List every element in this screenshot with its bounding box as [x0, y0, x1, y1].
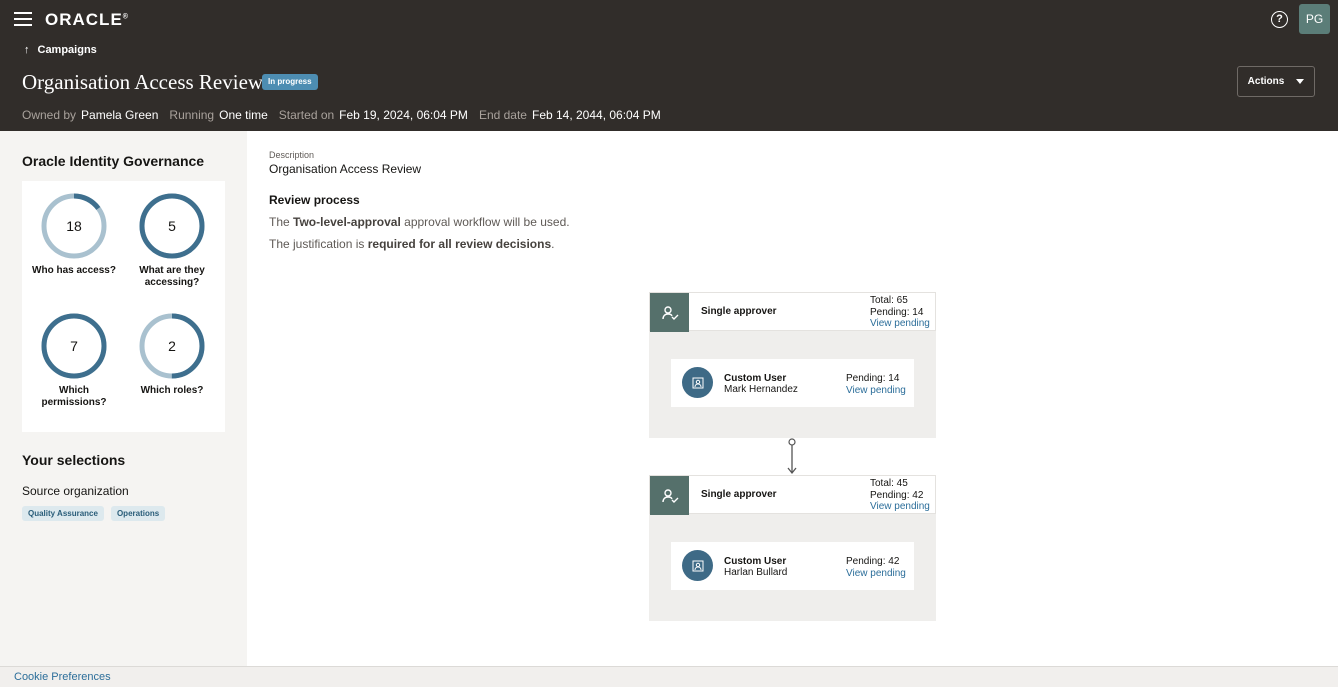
metrics-card: 18 Who has access? 5 What are they acces… [22, 181, 225, 432]
breadcrumb-label: Campaigns [37, 44, 97, 56]
arrow-up-icon: ↑ [24, 44, 30, 56]
menu-icon[interactable] [14, 12, 32, 27]
stage-name: Single approver [701, 306, 777, 317]
view-pending-link[interactable]: View pending [870, 318, 930, 330]
started-label: Started on [278, 108, 335, 122]
top-header: ORACLE® ? PG ↑ Campaigns Organisation Ac… [0, 0, 1338, 131]
description-value: Organisation Access Review [269, 162, 422, 176]
stage-total: Total: 65 [870, 295, 908, 306]
reviewer-role: Custom User [724, 373, 787, 384]
chip-operations: Operations [110, 506, 166, 521]
arrow-down-icon [787, 438, 797, 475]
metric-who-has-access[interactable]: 18 Who has access? [29, 191, 119, 277]
user-avatar[interactable]: PG [1299, 4, 1330, 34]
sidebar-title: Oracle Identity Governance [22, 153, 205, 169]
view-pending-link[interactable]: View pending [846, 385, 906, 397]
metric-label: What are they accessing? [139, 265, 205, 288]
reviewer-name: Mark Hernandez [724, 384, 798, 395]
sidebar: Oracle Identity Governance 18 Who has ac… [0, 131, 247, 666]
text-part: The [269, 215, 294, 229]
stage-total: Total: 45 [870, 478, 908, 489]
cookie-preferences-link[interactable]: Cookie Preferences [14, 671, 111, 683]
running-value: One time [219, 108, 268, 122]
stage-header: Single approver Total: 65 Pending: 14 Vi… [649, 292, 936, 332]
text-part: . [551, 237, 555, 251]
stage-stats: Total: 65 Pending: 14 View pending [870, 295, 930, 330]
status-badge: In progress [262, 74, 318, 90]
source-org-chips: Quality Assurance Operations [22, 506, 166, 521]
metric-label: Which roles? [140, 385, 204, 396]
review-process-title: Review process [269, 193, 360, 207]
stage-header: Single approver Total: 45 Pending: 42 Vi… [649, 475, 936, 515]
owned-by-label: Owned by [22, 108, 77, 122]
description-label: Description [269, 150, 315, 160]
justification-rule: required for all review decisions [367, 237, 552, 251]
metric-what-accessing[interactable]: 5 What are they accessing? [127, 191, 217, 289]
stage-pending: Pending: 42 [870, 489, 924, 501]
reviewer-name: Harlan Bullard [724, 567, 788, 578]
metric-which-permissions[interactable]: 7 Which permissions? [29, 311, 119, 409]
text-part: approval workflow will be used. [400, 215, 570, 229]
footer: Cookie Preferences [0, 666, 1338, 687]
help-icon[interactable]: ? [1271, 11, 1288, 28]
stage-name: Single approver [701, 489, 777, 500]
workflow-stage-1: Single approver Total: 65 Pending: 14 Vi… [649, 292, 936, 438]
workflow-stage-2: Single approver Total: 45 Pending: 42 Vi… [649, 475, 936, 621]
reviewer-pending: Pending: 14 [846, 373, 900, 384]
view-pending-link[interactable]: View pending [846, 568, 906, 580]
metric-label: Who has access? [32, 265, 116, 276]
text-part: The justification is [269, 237, 368, 251]
metric-which-roles[interactable]: 2 Which roles? [127, 311, 217, 397]
owned-by-value: Pamela Green [81, 108, 159, 122]
reviewer-stats: Pending: 14 View pending [846, 373, 906, 396]
workflow-sentence: The Two-level-approval approval workflow… [269, 215, 570, 229]
view-pending-link[interactable]: View pending [870, 501, 930, 513]
end-date-label: End date [478, 108, 527, 122]
metric-value: 2 [168, 338, 176, 354]
metric-value: 18 [66, 218, 82, 234]
selections-title: Your selections [22, 452, 126, 468]
actions-button[interactable]: Actions [1237, 66, 1315, 97]
chevron-down-icon [1296, 79, 1305, 84]
breadcrumb-campaigns[interactable]: ↑ Campaigns [24, 44, 97, 56]
metric-value: 7 [70, 338, 78, 354]
stage-pending: Pending: 14 [870, 306, 924, 318]
oracle-logo[interactable]: ORACLE® [45, 10, 129, 30]
end-date-value: Feb 14, 2044, 06:04 PM [531, 108, 661, 122]
user-badge-icon [682, 550, 713, 581]
campaign-meta: Owned by Pamela Green Running One time S… [22, 108, 667, 122]
chip-quality-assurance: Quality Assurance [22, 506, 104, 521]
stage-stats: Total: 45 Pending: 42 View pending [870, 478, 930, 513]
reviewer-pending: Pending: 42 [846, 556, 900, 567]
source-org-label: Source organization [22, 484, 129, 498]
running-label: Running [169, 108, 215, 122]
justification-sentence: The justification is required for all re… [269, 237, 554, 251]
approver-icon [650, 293, 689, 332]
reviewer-stats: Pending: 42 View pending [846, 556, 906, 579]
page-title: Organisation Access Review [22, 70, 264, 94]
workflow-name: Two-level-approval [293, 215, 401, 229]
user-badge-icon [682, 367, 713, 398]
started-value: Feb 19, 2024, 06:04 PM [339, 108, 468, 122]
metric-label: Which permissions? [41, 385, 107, 408]
reviewer-role: Custom User [724, 556, 787, 567]
metric-value: 5 [168, 218, 176, 234]
approver-icon [650, 476, 689, 515]
reviewer-card: Custom User Mark Hernandez Pending: 14 V… [671, 359, 914, 407]
reviewer-card: Custom User Harlan Bullard Pending: 42 V… [671, 542, 914, 590]
actions-label: Actions [1247, 76, 1285, 87]
